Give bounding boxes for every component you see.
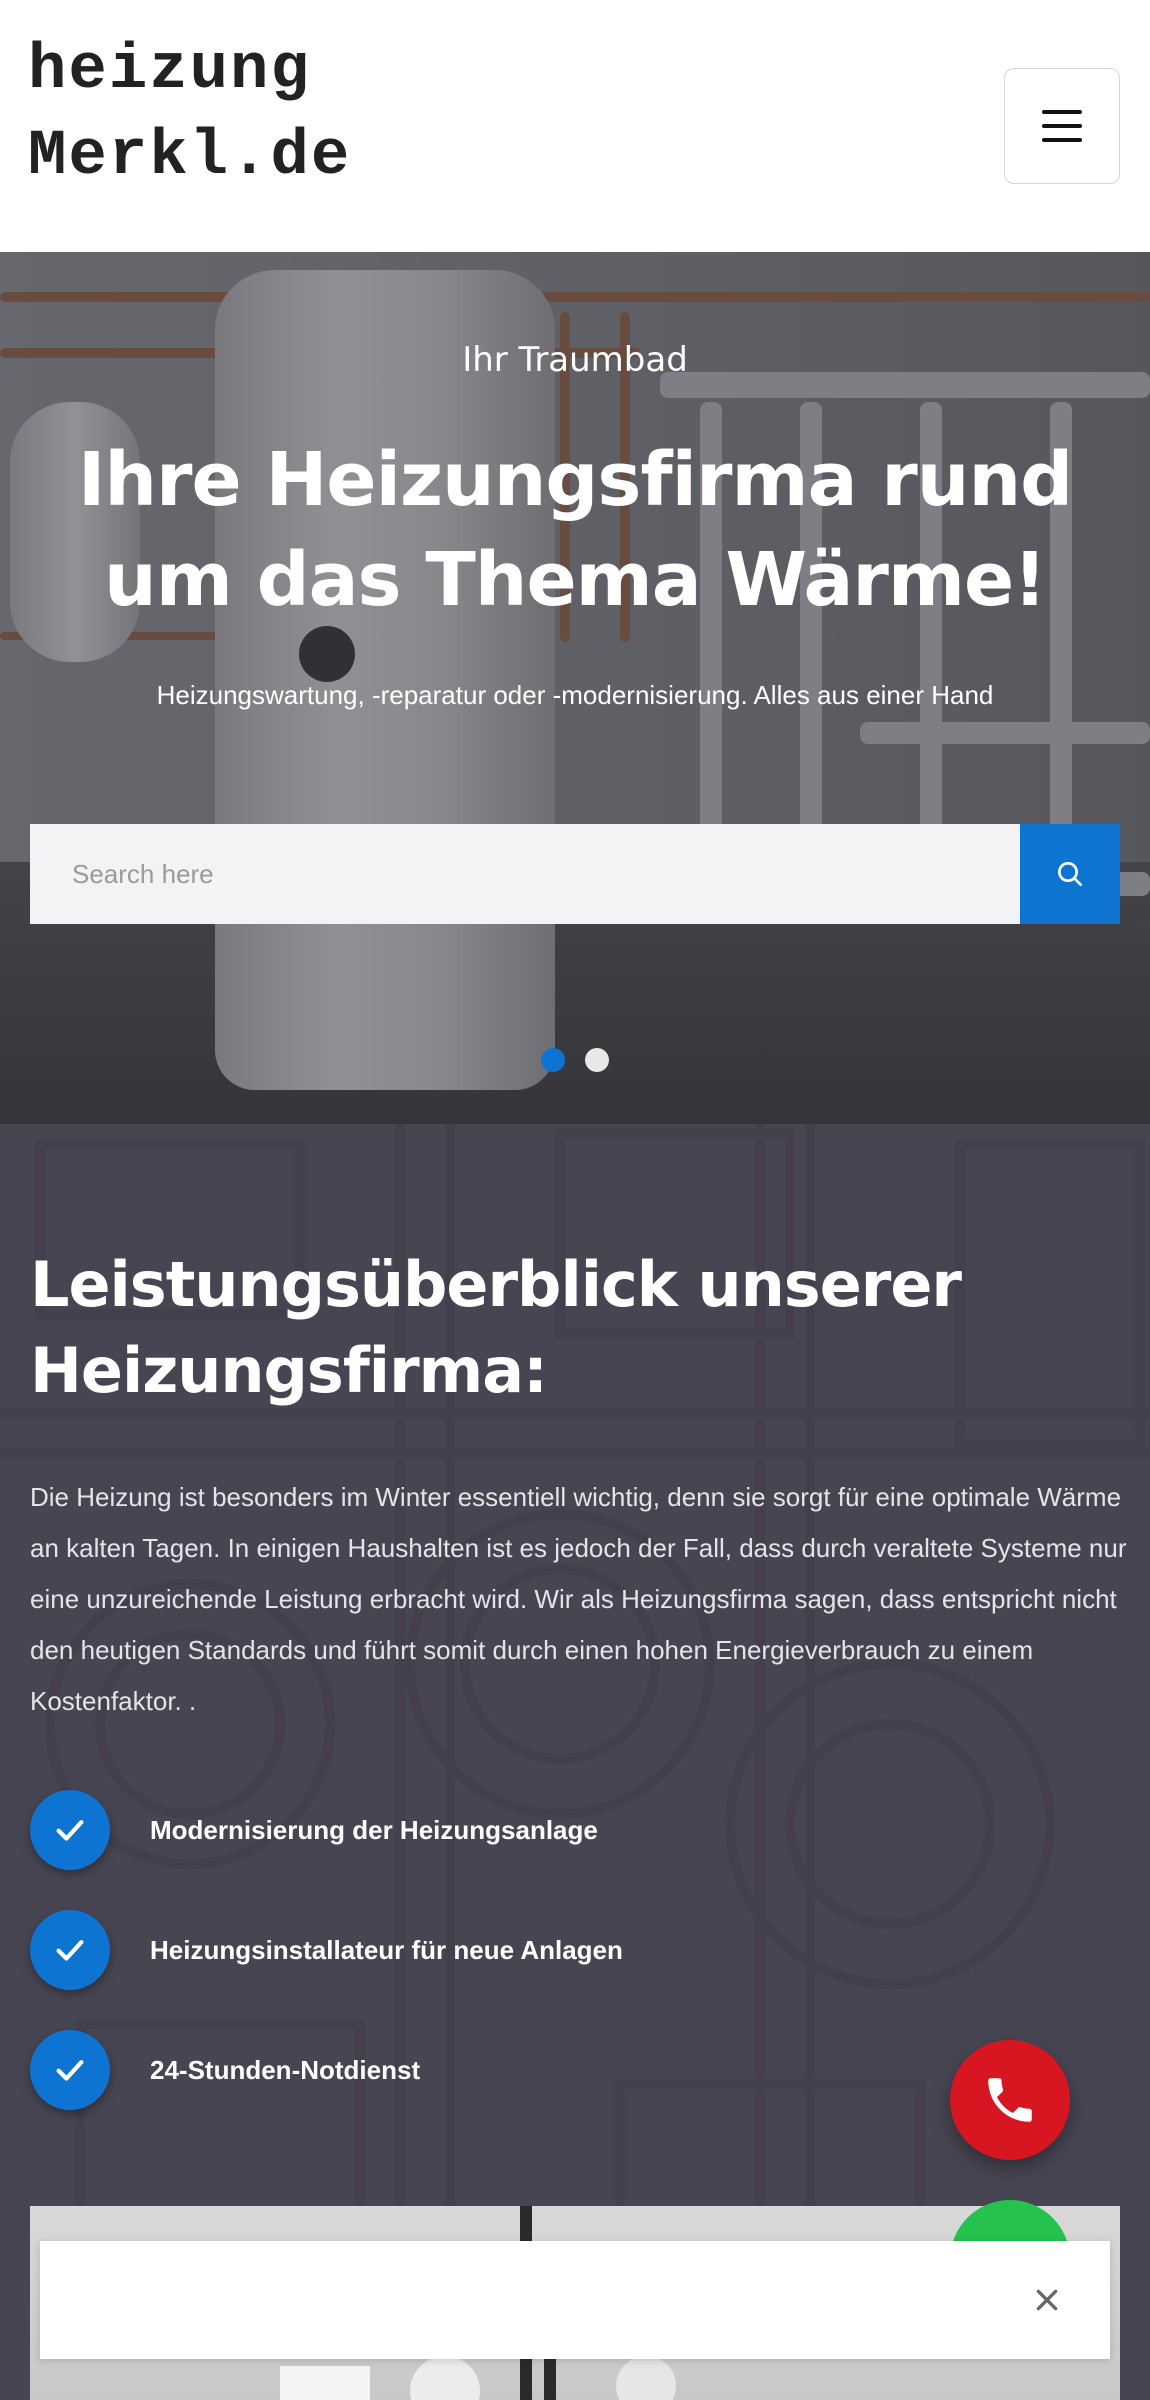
feature-item: 24-Stunden-Notdienst — [30, 2030, 930, 2110]
feature-label: Modernisierung der Heizungsanlage — [150, 1814, 598, 1845]
close-button[interactable] — [1024, 2277, 1070, 2323]
slider-pagination — [0, 1048, 1150, 1072]
logo-line-2: Merkl.de — [28, 121, 352, 193]
feature-label: Heizungsinstallateur für neue Anlagen — [150, 1934, 623, 1965]
search-button[interactable] — [1020, 824, 1120, 924]
hero-subtitle: Ihr Traumbad — [462, 340, 688, 380]
slider-dot-1[interactable] — [541, 1048, 565, 1072]
close-icon — [1036, 2289, 1058, 2311]
hamburger-menu-button[interactable] — [1004, 68, 1120, 184]
search-form — [30, 824, 1120, 924]
site-header: heizung Merkl.de — [0, 0, 1150, 252]
checkmark-icon — [30, 2030, 110, 2110]
checkmark-icon — [30, 1910, 110, 1990]
services-title: Leistungsüberblick unserer Heizungsfirma… — [30, 1248, 962, 1407]
site-logo[interactable]: heizung Merkl.de — [28, 28, 351, 200]
notice-bar — [40, 2241, 1110, 2359]
call-button[interactable] — [950, 2040, 1070, 2160]
slider-dot-2[interactable] — [585, 1048, 609, 1072]
search-input[interactable] — [30, 824, 1020, 924]
search-icon — [1058, 862, 1082, 886]
hero-title: Ihre Heizungsfirma rund um das Thema Wär… — [77, 437, 1073, 623]
hamburger-menu-icon — [1042, 110, 1082, 114]
hero-description: Heizungswartung, -reparatur oder -modern… — [156, 680, 994, 710]
feature-item: Heizungsinstallateur für neue Anlagen — [30, 1910, 930, 1990]
checkmark-icon — [30, 1790, 110, 1870]
feature-label: 24-Stunden-Notdienst — [150, 2054, 421, 2085]
services-description: Die Heizung ist besonders im Winter esse… — [30, 1482, 1127, 1716]
hero-slider: Ihr Traumbad Ihre Heizungsfirma rund um … — [0, 252, 1150, 1124]
logo-line-1: heizung — [28, 35, 311, 107]
phone-icon — [988, 2078, 1032, 2122]
feature-item: Modernisierung der Heizungsanlage — [30, 1790, 930, 1870]
